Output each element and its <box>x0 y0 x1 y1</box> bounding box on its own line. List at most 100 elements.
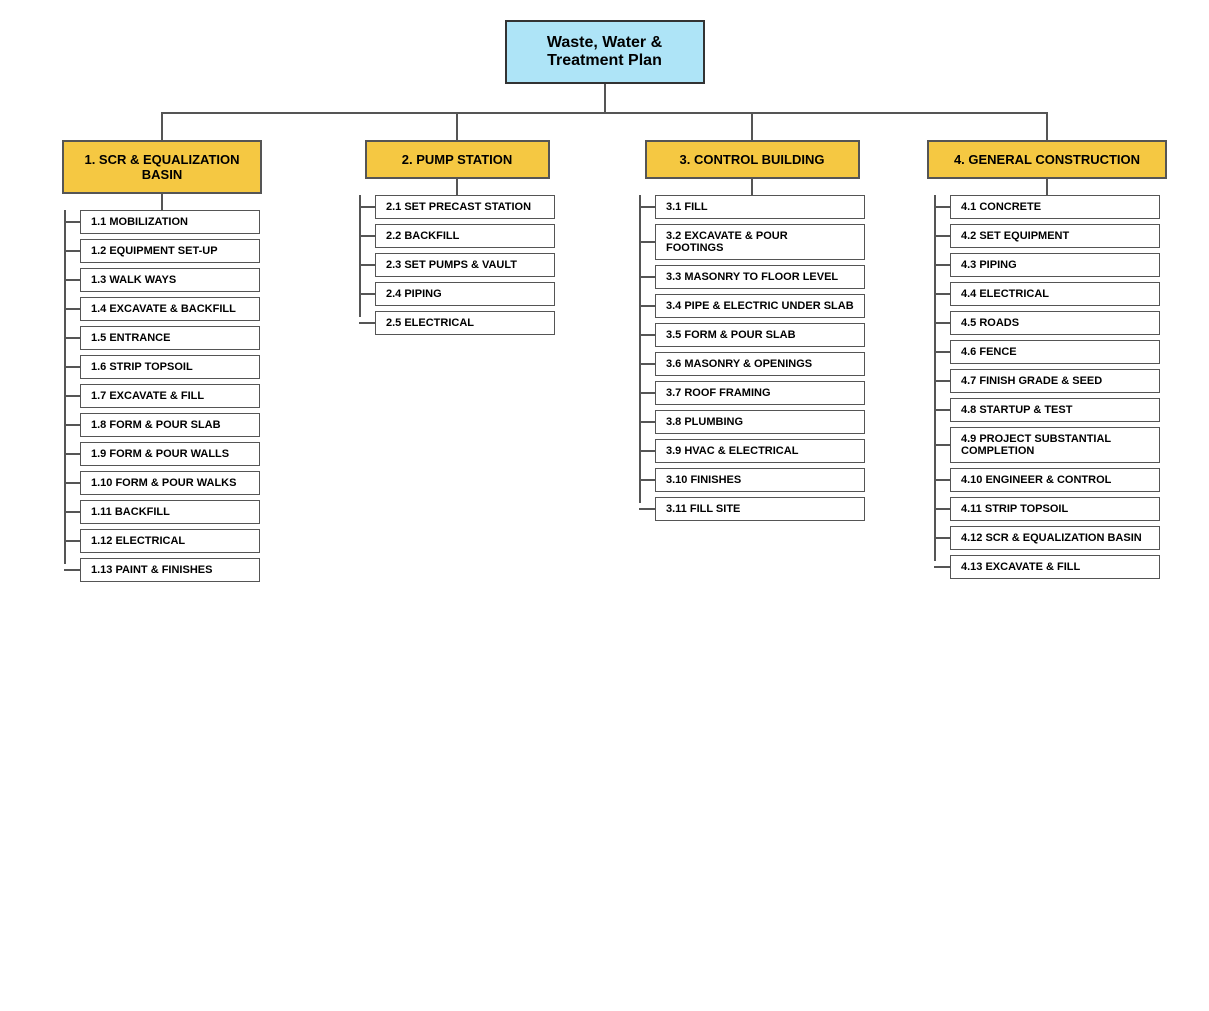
col2-vline-mid <box>456 179 458 195</box>
col4-spine <box>934 195 936 561</box>
h-tick <box>934 566 950 568</box>
item-box: 2.3 SET PUMPS & VAULT <box>375 253 555 277</box>
column-1: 1. SCR & EQUALIZATIONBASIN 1.1 MOBILIZAT… <box>15 112 310 582</box>
h-tick <box>934 351 950 353</box>
h-tick <box>639 450 655 452</box>
list-item: 1.8 FORM & POUR SLAB <box>64 413 260 437</box>
item-box: 1.7 EXCAVATE & FILL <box>80 384 260 408</box>
h-tick <box>639 276 655 278</box>
list-item: 4.11 STRIP TOPSOIL <box>934 497 1160 521</box>
item-box: 1.6 STRIP TOPSOIL <box>80 355 260 379</box>
col1-vline-mid <box>161 194 163 210</box>
list-item: 1.5 ENTRANCE <box>64 326 260 350</box>
columns-wrapper: 1. SCR & EQUALIZATIONBASIN 1.1 MOBILIZAT… <box>15 112 1195 582</box>
col2-items: 2.1 SET PRECAST STATION 2.2 BACKFILL 2.3… <box>359 195 555 335</box>
h-tick <box>934 206 950 208</box>
item-box: 4.7 FINISH GRADE & SEED <box>950 369 1160 393</box>
h-tick <box>64 482 80 484</box>
item-box: 1.1 MOBILIZATION <box>80 210 260 234</box>
item-box: 3.4 PIPE & ELECTRIC UNDER SLAB <box>655 294 865 318</box>
item-box: 4.6 FENCE <box>950 340 1160 364</box>
list-item: 2.3 SET PUMPS & VAULT <box>359 253 555 277</box>
h-tick <box>64 279 80 281</box>
h-tick <box>64 540 80 542</box>
item-box: 4.1 CONCRETE <box>950 195 1160 219</box>
h-tick <box>934 235 950 237</box>
list-item: 3.11 FILL SITE <box>639 497 865 521</box>
col2-header: 2. PUMP STATION <box>365 140 550 179</box>
list-item: 3.6 MASONRY & OPENINGS <box>639 352 865 376</box>
h-tick <box>934 322 950 324</box>
list-item: 3.7 ROOF FRAMING <box>639 381 865 405</box>
list-item: 2.1 SET PRECAST STATION <box>359 195 555 219</box>
list-item: 4.13 EXCAVATE & FILL <box>934 555 1160 579</box>
item-box: 4.3 PIPING <box>950 253 1160 277</box>
list-item: 3.1 FILL <box>639 195 865 219</box>
column-3: 3. CONTROL BUILDING 3.1 FILL 3.2 EXCAVAT… <box>605 112 900 521</box>
list-item: 4.3 PIPING <box>934 253 1160 277</box>
h-tick <box>64 395 80 397</box>
list-item: 2.2 BACKFILL <box>359 224 555 248</box>
column-2: 2. PUMP STATION 2.1 SET PRECAST STATION … <box>310 112 605 335</box>
h-tick <box>639 206 655 208</box>
h-tick <box>64 511 80 513</box>
h-tick <box>934 444 950 446</box>
item-box: 3.2 EXCAVATE & POURFOOTINGS <box>655 224 865 260</box>
col4-items: 4.1 CONCRETE 4.2 SET EQUIPMENT 4.3 PIPIN… <box>934 195 1160 579</box>
list-item: 3.4 PIPE & ELECTRIC UNDER SLAB <box>639 294 865 318</box>
item-box: 4.2 SET EQUIPMENT <box>950 224 1160 248</box>
h-tick <box>639 305 655 307</box>
list-item: 3.8 PLUMBING <box>639 410 865 434</box>
h-tick <box>639 392 655 394</box>
col4-vline-top <box>1046 112 1048 140</box>
item-box: 3.3 MASONRY TO FLOOR LEVEL <box>655 265 865 289</box>
item-box: 1.8 FORM & POUR SLAB <box>80 413 260 437</box>
col1-vline-top <box>161 112 163 140</box>
item-box: 1.9 FORM & POUR WALLS <box>80 442 260 466</box>
h-tick <box>934 409 950 411</box>
col4-header: 4. GENERAL CONSTRUCTION <box>927 140 1167 179</box>
list-item: 1.1 MOBILIZATION <box>64 210 260 234</box>
h-tick <box>639 334 655 336</box>
h-tick <box>934 537 950 539</box>
list-item: 4.5 ROADS <box>934 311 1160 335</box>
col1-header: 1. SCR & EQUALIZATIONBASIN <box>62 140 262 194</box>
item-box: 2.1 SET PRECAST STATION <box>375 195 555 219</box>
item-box: 3.1 FILL <box>655 195 865 219</box>
h-tick <box>934 380 950 382</box>
item-box: 4.4 ELECTRICAL <box>950 282 1160 306</box>
h-tick <box>359 235 375 237</box>
item-box: 3.11 FILL SITE <box>655 497 865 521</box>
h-tick <box>639 479 655 481</box>
list-item: 1.13 PAINT & FINISHES <box>64 558 260 582</box>
list-item: 1.4 EXCAVATE & BACKFILL <box>64 297 260 321</box>
columns-row: 1. SCR & EQUALIZATIONBASIN 1.1 MOBILIZAT… <box>15 112 1195 582</box>
h-tick <box>639 241 655 243</box>
item-box: 1.4 EXCAVATE & BACKFILL <box>80 297 260 321</box>
item-box: 1.11 BACKFILL <box>80 500 260 524</box>
h-tick <box>639 363 655 365</box>
list-item: 1.12 ELECTRICAL <box>64 529 260 553</box>
item-box: 3.9 HVAC & ELECTRICAL <box>655 439 865 463</box>
h-tick <box>64 250 80 252</box>
item-box: 2.2 BACKFILL <box>375 224 555 248</box>
h-tick <box>64 569 80 571</box>
root-vline <box>604 84 606 112</box>
h-tick <box>64 366 80 368</box>
list-item: 2.5 ELECTRICAL <box>359 311 555 335</box>
item-box: 4.13 EXCAVATE & FILL <box>950 555 1160 579</box>
list-item: 4.7 FINISH GRADE & SEED <box>934 369 1160 393</box>
list-item: 3.2 EXCAVATE & POURFOOTINGS <box>639 224 865 260</box>
item-box: 3.8 PLUMBING <box>655 410 865 434</box>
list-item: 3.9 HVAC & ELECTRICAL <box>639 439 865 463</box>
item-box: 3.7 ROOF FRAMING <box>655 381 865 405</box>
list-item: 1.11 BACKFILL <box>64 500 260 524</box>
h-tick <box>359 206 375 208</box>
list-item: 1.10 FORM & POUR WALKS <box>64 471 260 495</box>
item-box: 4.11 STRIP TOPSOIL <box>950 497 1160 521</box>
col1-items: 1.1 MOBILIZATION 1.2 EQUIPMENT SET-UP 1.… <box>64 210 260 582</box>
item-box: 2.4 PIPING <box>375 282 555 306</box>
col4-vline-mid <box>1046 179 1048 195</box>
col3-items: 3.1 FILL 3.2 EXCAVATE & POURFOOTINGS 3.3… <box>639 195 865 521</box>
h-tick <box>359 293 375 295</box>
